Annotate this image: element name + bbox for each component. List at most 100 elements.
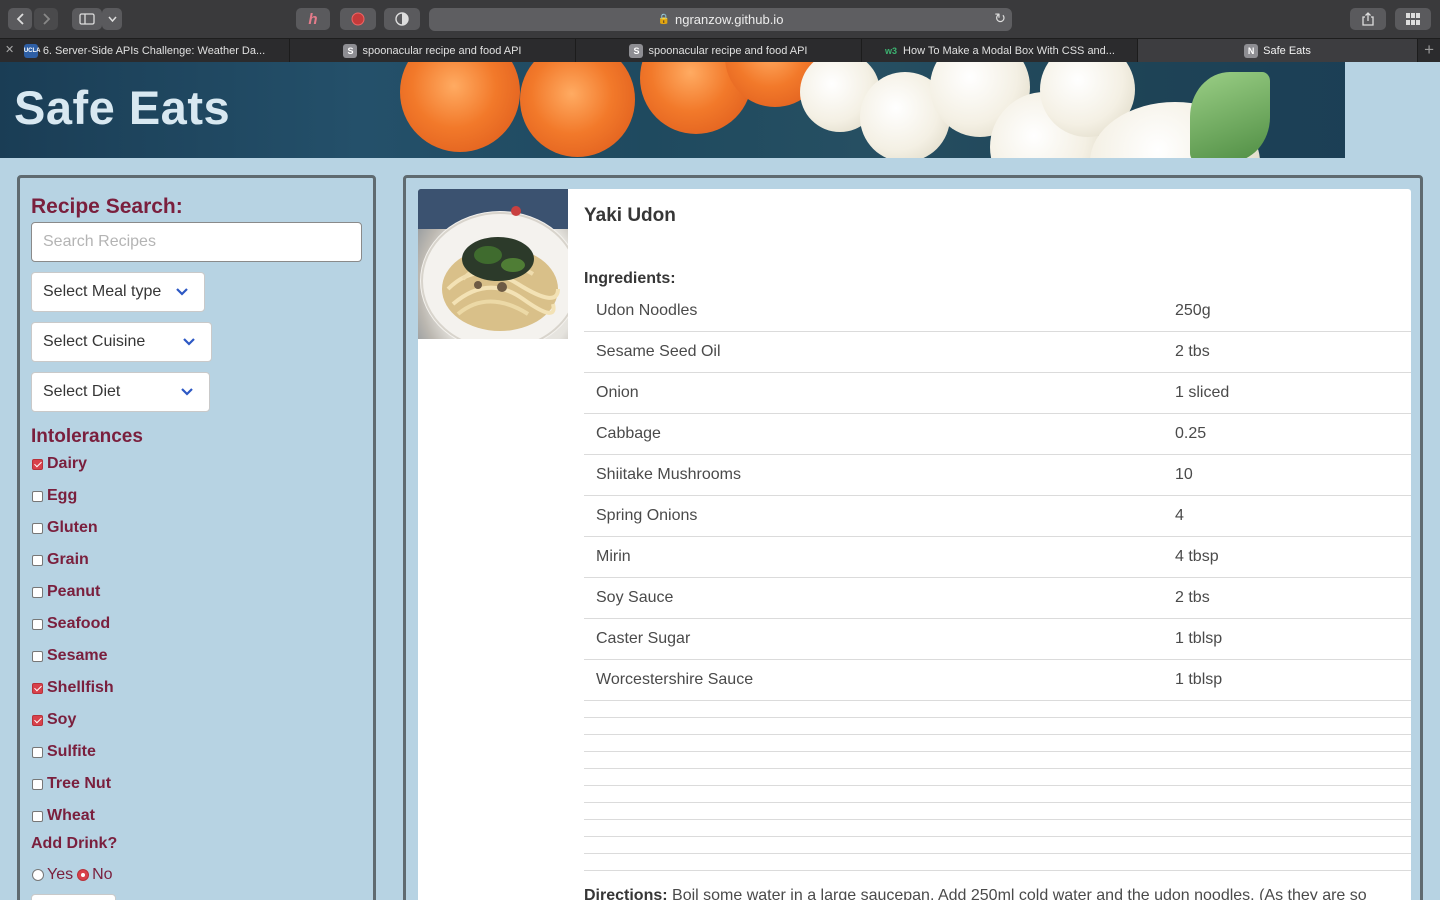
- drink-no-radio[interactable]: [77, 869, 90, 881]
- share-icon: [1362, 12, 1374, 26]
- browser-tab[interactable]: S spoonacular recipe and food API: [290, 39, 576, 63]
- ucla-favicon-icon: UCLA: [23, 44, 40, 58]
- browser-tab[interactable]: S spoonacular recipe and food API: [576, 39, 862, 63]
- empty-table-row: [584, 803, 1411, 820]
- table-row: Cabbage 0.25: [584, 414, 1411, 455]
- header-banner: Safe Eats: [0, 62, 1440, 158]
- tab-label: Safe Eats: [1263, 45, 1311, 57]
- intolerance-shellfish[interactable]: Shellfish: [32, 677, 114, 699]
- empty-table-row: [584, 786, 1411, 803]
- intolerance-tree-nut[interactable]: Tree Nut: [32, 773, 111, 795]
- ingredient-amount: 4 tbsp: [1175, 548, 1219, 565]
- diet-label: Select Diet: [43, 383, 121, 400]
- tab-overview-button[interactable]: [1395, 8, 1431, 30]
- intolerance-label: Seafood: [47, 615, 111, 632]
- checkbox[interactable]: [32, 586, 43, 598]
- reload-icon[interactable]: ↻: [994, 10, 1006, 27]
- checkbox[interactable]: [32, 650, 43, 662]
- checkbox[interactable]: [32, 618, 43, 630]
- close-icon[interactable]: ✕: [5, 43, 14, 56]
- empty-table-row: [584, 854, 1411, 871]
- checkbox[interactable]: [32, 490, 43, 502]
- ingredient-name: Cabbage: [596, 425, 661, 442]
- meal-type-select[interactable]: Select Meal type: [31, 272, 205, 312]
- intolerance-label: Tree Nut: [47, 775, 112, 792]
- ingredient-name: Worcestershire Sauce: [596, 671, 754, 688]
- intolerance-soy[interactable]: Soy: [32, 709, 76, 731]
- intolerance-gluten[interactable]: Gluten: [32, 517, 98, 539]
- extension-button[interactable]: [340, 8, 376, 30]
- ingredient-name: Soy Sauce: [596, 589, 674, 606]
- chevron-down-icon: [181, 388, 193, 396]
- checkbox[interactable]: [32, 714, 43, 726]
- intolerance-sulfite[interactable]: Sulfite: [32, 741, 96, 763]
- intolerance-seafood[interactable]: Seafood: [32, 613, 110, 635]
- sidebar-toggle-button[interactable]: [72, 8, 102, 30]
- intolerance-grain[interactable]: Grain: [32, 549, 89, 571]
- chevron-down-icon: [107, 16, 117, 22]
- tab-bar: ✕ UCLA 6. Server-Side APIs Challenge: We…: [0, 38, 1440, 63]
- ingredient-amount: 1 sliced: [1175, 384, 1230, 401]
- search-input[interactable]: [31, 222, 362, 262]
- intolerance-dairy[interactable]: Dairy: [32, 453, 87, 475]
- directions-text: Boil some water in a large saucepan. Add…: [672, 887, 1367, 900]
- checkbox[interactable]: [32, 522, 43, 534]
- ingredient-name: Sesame Seed Oil: [596, 343, 721, 360]
- table-row: Soy Sauce 2 tbs: [584, 578, 1411, 619]
- share-button[interactable]: [1350, 8, 1386, 30]
- checkbox[interactable]: [32, 682, 43, 694]
- intolerance-label: Peanut: [47, 583, 101, 600]
- table-row: Worcestershire Sauce 1 tblsp: [584, 660, 1411, 701]
- ingredient-amount: 10: [1175, 466, 1193, 483]
- checkbox[interactable]: [32, 554, 43, 566]
- intolerance-sesame[interactable]: Sesame: [32, 645, 108, 667]
- intolerance-peanut[interactable]: Peanut: [32, 581, 100, 603]
- address-bar[interactable]: 🔒 ngranzow.github.io ↻: [429, 8, 1012, 31]
- empty-table-row: [584, 701, 1411, 718]
- recipe-photo: [418, 189, 568, 339]
- lock-icon: 🔒: [657, 14, 671, 25]
- browser-tab[interactable]: ✕ UCLA 6. Server-Side APIs Challenge: We…: [0, 39, 290, 63]
- n-favicon-icon: N: [1244, 44, 1259, 58]
- intolerance-wheat[interactable]: Wheat: [32, 805, 95, 827]
- back-button[interactable]: [8, 8, 32, 30]
- url-text: ngranzow.github.io: [675, 12, 784, 27]
- intolerance-label: Soy: [47, 711, 77, 728]
- recipe-title: Yaki Udon: [584, 205, 676, 226]
- tab-label: spoonacular recipe and food API: [648, 45, 808, 57]
- sidebar-menu-button[interactable]: [102, 8, 122, 30]
- new-tab-icon[interactable]: +: [1424, 40, 1434, 60]
- cuisine-select[interactable]: Select Cuisine: [31, 322, 212, 362]
- search-submit-button[interactable]: [31, 894, 116, 900]
- table-row: Mirin 4 tbsp: [584, 537, 1411, 578]
- ingredient-name: Shiitake Mushrooms: [596, 466, 741, 483]
- tab-label: How To Make a Modal Box With CSS and...: [903, 45, 1115, 57]
- diet-select[interactable]: Select Diet: [31, 372, 210, 412]
- drink-yes-label: Yes: [47, 866, 74, 883]
- empty-table-row: [584, 735, 1411, 752]
- directions-label: Directions:: [584, 887, 668, 900]
- w3schools-favicon-icon: w3: [885, 46, 898, 56]
- table-row: Onion 1 sliced: [584, 373, 1411, 414]
- checkbox[interactable]: [32, 458, 43, 470]
- table-row: Spring Onions 4: [584, 496, 1411, 537]
- ingredients-table: Udon Noodles 250g Sesame Seed Oil 2 tbs …: [584, 291, 1411, 871]
- table-row: Sesame Seed Oil 2 tbs: [584, 332, 1411, 373]
- extension-button[interactable]: h: [296, 8, 330, 30]
- empty-table-row: [584, 752, 1411, 769]
- extension-button[interactable]: [384, 8, 420, 30]
- intolerance-egg[interactable]: Egg: [32, 485, 77, 507]
- empty-table-row: [584, 769, 1411, 786]
- intolerance-label: Egg: [47, 487, 78, 504]
- checkbox[interactable]: [32, 778, 43, 790]
- checkbox[interactable]: [32, 810, 43, 822]
- meal-type-label: Select Meal type: [43, 283, 162, 300]
- forward-button[interactable]: [34, 8, 58, 30]
- drink-yes-radio[interactable]: [32, 869, 44, 881]
- browser-tab-active[interactable]: N Safe Eats: [1138, 39, 1418, 63]
- chevron-down-icon: [176, 288, 188, 296]
- browser-tab[interactable]: w3 How To Make a Modal Box With CSS and.…: [862, 39, 1138, 63]
- tab-label: spoonacular recipe and food API: [362, 45, 522, 57]
- checkbox[interactable]: [32, 746, 43, 758]
- ingredient-amount: 1 tblsp: [1175, 671, 1223, 688]
